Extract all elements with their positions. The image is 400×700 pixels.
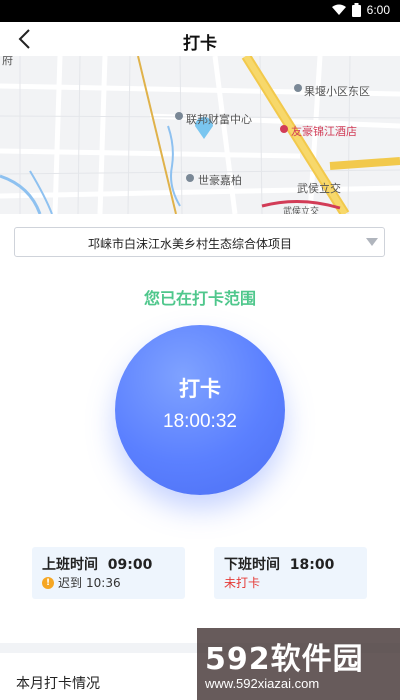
wifi-icon bbox=[331, 4, 346, 15]
map-label: 府 bbox=[2, 56, 13, 67]
map-label-wuhou: 武侯立交 bbox=[297, 183, 341, 195]
map-label-hotel: 友豪锦江酒店 bbox=[291, 126, 357, 138]
check-out-time: 18:00 bbox=[289, 557, 335, 573]
check-in-status: ! 迟到 10:36 bbox=[42, 574, 121, 591]
check-out-title: 下班时间 bbox=[224, 557, 280, 573]
check-out-card: 下班时间 18:00 未打卡 bbox=[214, 547, 367, 599]
poi-icon bbox=[294, 84, 302, 92]
hotel-icon bbox=[280, 125, 288, 133]
check-in-title: 上班时间 bbox=[42, 557, 98, 573]
check-in-time: 09:00 bbox=[107, 557, 153, 573]
map-label-wuhou: 武侯立交 bbox=[283, 206, 320, 214]
map-label-fenghuang: 联邦财富中心 bbox=[186, 114, 252, 126]
map-label-guoyan: 果堰小区东区 bbox=[304, 86, 370, 98]
poi-icon bbox=[175, 112, 183, 120]
dropdown-arrow-icon bbox=[366, 238, 378, 246]
monthly-title: 本月打卡情况 bbox=[16, 676, 100, 692]
page-title: 打卡 bbox=[183, 34, 217, 54]
check-out-header: 下班时间 18:00 bbox=[224, 554, 334, 574]
project-select[interactable]: 邛崃市白沫江水美乡村生态综合体项目 bbox=[14, 227, 385, 257]
battery-icon bbox=[351, 3, 361, 17]
check-in-header: 上班时间 09:00 bbox=[42, 554, 152, 574]
range-status-text: 您已在打卡范围 bbox=[143, 289, 256, 308]
punch-time: 18:00:32 bbox=[163, 411, 237, 432]
project-select-value: 邛崃市白沫江水美乡村生态综合体项目 bbox=[87, 237, 292, 251]
watermark-brand: 592软件园 bbox=[205, 642, 364, 677]
punch-button[interactable]: 打卡 18:00:32 bbox=[115, 325, 285, 495]
warning-icon: ! bbox=[42, 576, 54, 589]
check-in-card: 上班时间 09:00 ! 迟到 10:36 bbox=[32, 547, 185, 599]
watermark-url: www.592xiazai.com bbox=[205, 676, 320, 691]
site-watermark: 592软件园 www.592xiazai.com bbox=[197, 628, 400, 700]
status-bar: 6:00 bbox=[0, 0, 400, 22]
late-time: 10:36 bbox=[86, 575, 121, 590]
map-label-shihao: 世豪嘉柏 bbox=[198, 175, 242, 187]
poi-icon bbox=[186, 174, 194, 182]
app-bar: 打卡 bbox=[0, 22, 400, 56]
check-out-status: 未打卡 bbox=[224, 576, 261, 590]
status-time: 6:00 bbox=[366, 3, 390, 17]
punch-label: 打卡 bbox=[179, 377, 221, 401]
late-label: 迟到 bbox=[58, 576, 83, 590]
map-view[interactable]: 府 联邦财富中心 果堰小区东区 友豪锦江酒店 世豪嘉柏 武侯立交 武侯立交 bbox=[0, 56, 400, 214]
